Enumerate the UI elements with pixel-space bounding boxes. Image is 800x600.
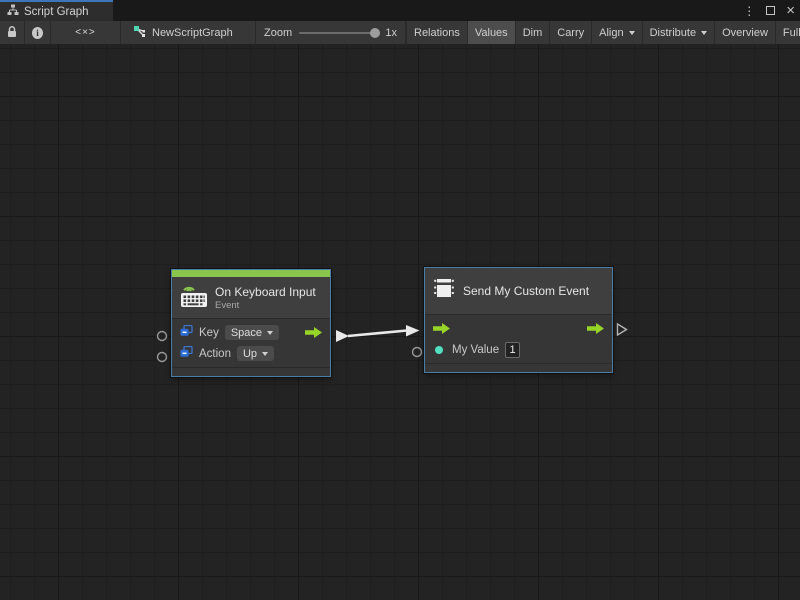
variable-type-icon — [180, 325, 193, 340]
fullscreen-button[interactable]: Full Screen — [776, 21, 800, 44]
zoom-control: Zoom 1x — [256, 21, 406, 44]
node-row-control — [425, 318, 612, 339]
action-dropdown[interactable]: Up — [237, 346, 274, 361]
port-label-action: Action — [199, 348, 231, 360]
graph-icon — [133, 25, 146, 41]
toolbar-toggle-group: Relations Values Dim Carry Align Distrib… — [406, 21, 800, 44]
node-row-key: Key Space — [172, 322, 330, 343]
align-dropdown-button[interactable]: Align — [592, 21, 642, 44]
window-controls: ⋮ × — [743, 0, 795, 21]
control-output-port-connected[interactable] — [336, 330, 349, 342]
zoom-slider-handle[interactable] — [370, 28, 380, 38]
graph-name-label: NewScriptGraph — [152, 27, 233, 39]
node-row-myvalue: My Value 1 — [425, 339, 612, 360]
variable-type-icon — [180, 346, 193, 361]
value-input-port-key[interactable] — [158, 332, 167, 341]
chevron-down-icon — [262, 352, 268, 356]
tab-bar: Script Graph ⋮ × — [0, 0, 800, 21]
relations-button[interactable]: Relations — [407, 21, 468, 44]
code-preview-button[interactable]: <×> — [51, 21, 121, 44]
zoom-value: 1x — [385, 27, 397, 39]
control-output-arrow[interactable] — [587, 323, 604, 334]
node-footer — [425, 363, 612, 372]
node-on-keyboard-input[interactable]: On Keyboard Input Event Key Space — [171, 269, 331, 377]
code-toggle-label: <×> — [75, 27, 96, 38]
graph-toolbar: i <×> NewScriptGraph Zoom 1x Relations V… — [0, 21, 800, 44]
keyboard-icon — [180, 282, 208, 313]
dim-button[interactable]: Dim — [516, 21, 551, 44]
zoom-slider[interactable] — [299, 32, 378, 34]
info-button[interactable]: i — [25, 21, 51, 44]
overview-button[interactable]: Overview — [715, 21, 776, 44]
node-body: My Value 1 — [425, 315, 612, 361]
custom-event-icon — [433, 276, 456, 306]
value-input-port-action[interactable] — [158, 353, 167, 362]
node-row-action: Action Up — [172, 343, 330, 364]
sitemap-icon — [7, 4, 19, 19]
control-wire-arrowhead — [406, 325, 420, 337]
close-icon[interactable]: × — [786, 3, 795, 18]
lock-icon — [6, 25, 18, 41]
node-title: On Keyboard Input — [215, 285, 316, 299]
lock-button[interactable] — [0, 21, 25, 44]
key-dropdown[interactable]: Space — [225, 325, 279, 340]
control-wire[interactable] — [348, 331, 407, 337]
port-label-key: Key — [199, 327, 219, 339]
window-menu-icon[interactable]: ⋮ — [743, 5, 755, 17]
info-icon: i — [32, 27, 43, 39]
node-subtitle: Event — [215, 300, 316, 311]
node-send-my-custom-event[interactable]: Send My Custom Event My Value 1 — [424, 267, 613, 373]
value-port-dot-icon — [435, 346, 443, 354]
node-header: On Keyboard Input Event — [172, 277, 330, 319]
control-output-arrow[interactable] — [305, 327, 322, 338]
chevron-down-icon — [629, 31, 635, 35]
graph-canvas[interactable]: On Keyboard Input Event Key Space — [0, 44, 800, 600]
tab-script-graph[interactable]: Script Graph — [0, 0, 113, 21]
tab-label: Script Graph — [24, 6, 89, 18]
values-button[interactable]: Values — [468, 21, 516, 44]
chevron-down-icon — [267, 331, 273, 335]
node-title: Send My Custom Event — [463, 284, 589, 298]
value-input-port-myvalue[interactable] — [413, 348, 422, 357]
zoom-label: Zoom — [264, 27, 292, 39]
node-footer — [172, 367, 330, 376]
connections-overlay — [0, 44, 800, 600]
control-input-arrow[interactable] — [433, 323, 450, 334]
control-output-port-empty[interactable] — [618, 324, 627, 335]
node-header: Send My Custom Event — [425, 268, 612, 315]
maximize-icon[interactable] — [766, 6, 775, 15]
carry-button[interactable]: Carry — [550, 21, 592, 44]
node-header-text: On Keyboard Input Event — [215, 285, 316, 311]
graph-breadcrumb[interactable]: NewScriptGraph — [121, 21, 256, 44]
myvalue-input[interactable]: 1 — [505, 342, 520, 358]
port-label-myvalue: My Value — [452, 344, 499, 356]
event-accent-bar — [172, 270, 330, 277]
node-body: Key Space — [172, 319, 330, 365]
distribute-dropdown-button[interactable]: Distribute — [643, 21, 715, 44]
chevron-down-icon — [701, 31, 707, 35]
